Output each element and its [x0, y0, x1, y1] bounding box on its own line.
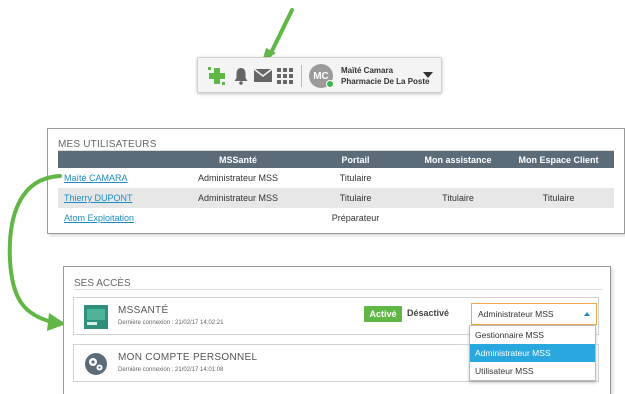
column-header-assistance: Mon assistance	[413, 151, 503, 168]
cell-assistance	[413, 168, 503, 188]
cell-mssante	[178, 208, 298, 228]
users-panel: MES UTILISATEURS MSSanté Portail Mon ass…	[47, 128, 625, 234]
online-status-dot	[326, 80, 334, 88]
activate-button[interactable]: Activé	[364, 306, 402, 322]
role-option-utilisateur[interactable]: Utilisateur MSS	[470, 362, 595, 380]
user-link-thierry-dupont[interactable]: Thierry DUPONT	[64, 193, 133, 203]
deactivate-button[interactable]: Désactivé	[407, 308, 449, 318]
role-select[interactable]: Administrateur MSS	[471, 303, 597, 325]
mail-icon[interactable]	[254, 69, 272, 82]
access-section-title: SES ACCÈS	[74, 278, 131, 289]
access-label: MSSANTÉ	[118, 305, 169, 316]
last-login-text: Dernière connexion : 21/02/17 14:02:21	[118, 320, 224, 326]
cell-assistance: Titulaire	[413, 188, 503, 208]
header-toolbar: MC Maïté Camara Pharmacie De La Poste	[197, 57, 442, 93]
bell-icon[interactable]	[233, 67, 249, 85]
column-header-mssante: MSSanté	[178, 151, 298, 168]
role-select-value: Administrateur MSS	[478, 309, 554, 319]
table-row: Maïté CAMARA Administrateur MSS Titulair…	[58, 168, 614, 188]
pharmacy-name: Pharmacie De La Poste	[341, 77, 430, 86]
column-header-name	[58, 151, 178, 168]
apps-grid-icon[interactable]	[277, 68, 293, 84]
cell-assistance	[413, 208, 503, 228]
chevron-down-icon[interactable]	[423, 72, 433, 78]
table-row: Atom Exploitation Préparateur	[58, 208, 614, 228]
cell-espace-client	[503, 168, 614, 188]
cell-espace-client	[503, 208, 614, 228]
cell-portail: Titulaire	[298, 188, 413, 208]
gears-icon	[85, 353, 107, 375]
toolbar-separator	[301, 65, 302, 87]
role-option-gestionnaire[interactable]: Gestionnaire MSS	[470, 326, 595, 344]
user-link-atom-exploitation[interactable]: Atom Exploitation	[64, 213, 134, 223]
role-option-administrateur[interactable]: Administrateur MSS	[470, 344, 595, 362]
divider	[74, 289, 602, 290]
table-header-row: MSSanté Portail Mon assistance Mon Espac…	[58, 151, 614, 168]
role-dropdown-list: Gestionnaire MSS Administrateur MSS Util…	[469, 325, 596, 381]
access-label: MON COMPTE PERSONNEL	[118, 352, 258, 363]
cell-espace-client: Titulaire	[503, 188, 614, 208]
user-link-maite-camara[interactable]: Maïté CAMARA	[64, 173, 128, 183]
column-header-espace-client: Mon Espace Client	[503, 151, 614, 168]
table-row: Thierry DUPONT Administrateur MSS Titula…	[58, 188, 614, 208]
cell-mssante: Administrateur MSS	[178, 188, 298, 208]
users-table: MSSanté Portail Mon assistance Mon Espac…	[58, 151, 614, 228]
cell-mssante: Administrateur MSS	[197, 173, 279, 183]
column-header-portail: Portail	[298, 151, 413, 168]
user-name: Maïté Camara	[341, 66, 394, 75]
users-section-title: MES UTILISATEURS	[58, 139, 157, 150]
mssante-logo-icon	[84, 305, 108, 329]
pharmacy-plus-icon[interactable]	[207, 66, 227, 86]
cell-portail: Titulaire	[339, 173, 372, 183]
last-login-text: Dernière connexion : 21/02/17 14:01:08	[118, 367, 224, 373]
cell-portail: Préparateur	[331, 213, 380, 223]
chevron-up-icon	[584, 312, 590, 316]
